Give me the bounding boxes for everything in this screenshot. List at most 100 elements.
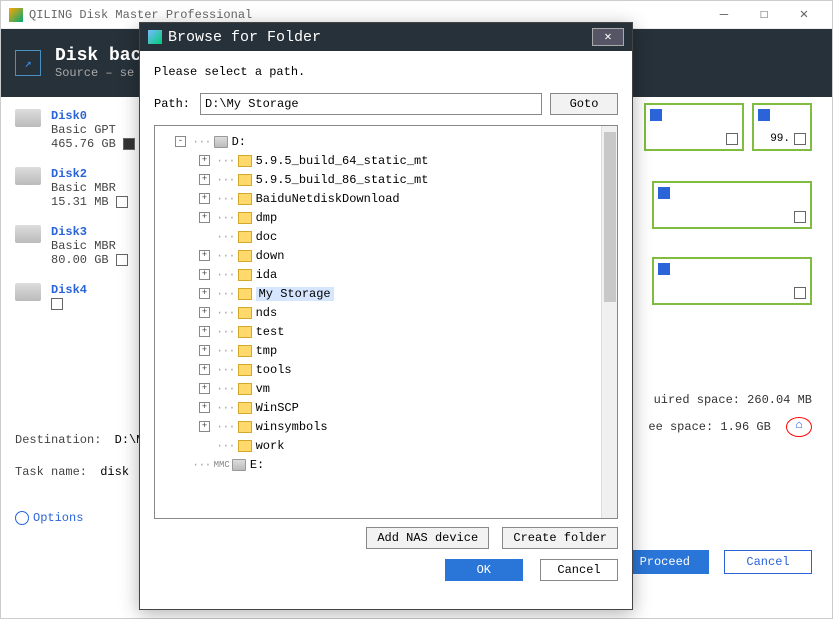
tree-scrollbar[interactable] (601, 126, 617, 518)
tree-item[interactable]: +···tools (155, 360, 617, 379)
tree-toggle-icon[interactable]: + (199, 383, 210, 394)
tree-connector-icon: ··· (216, 192, 235, 206)
tree-item[interactable]: +···WinSCP (155, 398, 617, 417)
create-folder-button[interactable]: Create folder (502, 527, 618, 549)
cancel-button[interactable]: Cancel (724, 550, 812, 574)
tree-item[interactable]: +···test (155, 322, 617, 341)
tree-toggle-icon[interactable]: + (199, 193, 210, 204)
disk-size: 80.00 GB (51, 253, 151, 267)
tree-toggle-icon[interactable]: + (199, 402, 210, 413)
tree-toggle-icon[interactable]: + (199, 155, 210, 166)
tree-toggle-icon[interactable]: + (199, 326, 210, 337)
folder-icon (238, 174, 252, 186)
tree-toggle-icon[interactable]: + (199, 269, 210, 280)
tree-connector-icon: ··· (216, 211, 235, 225)
tree-toggle-icon[interactable]: + (199, 421, 210, 432)
tree-item[interactable]: ···doc (155, 227, 617, 246)
dialog-prompt: Please select a path. (154, 65, 618, 79)
tree-item[interactable]: +···vm (155, 379, 617, 398)
partition-checkbox[interactable] (794, 287, 806, 299)
usage-bar-icon (658, 263, 670, 275)
disk-checkbox[interactable] (116, 196, 128, 208)
scrollbar-thumb[interactable] (604, 132, 616, 302)
tree-toggle-icon[interactable]: + (199, 288, 210, 299)
tree-item-label: WinSCP (256, 401, 299, 415)
dialog-cancel-button[interactable]: Cancel (540, 559, 618, 581)
tree-item[interactable]: -···D: (155, 132, 617, 151)
add-nas-button[interactable]: Add NAS device (366, 527, 489, 549)
partition-box[interactable] (644, 103, 744, 151)
tree-toggle-blank (199, 231, 210, 242)
tree-toggle-icon[interactable]: + (199, 307, 210, 318)
tree-item-label: D: (232, 135, 246, 149)
back-icon[interactable]: ↗ (15, 50, 41, 76)
tree-toggle-icon[interactable]: + (199, 250, 210, 261)
partition-box[interactable] (652, 257, 812, 305)
partition-box[interactable]: 99. (752, 103, 812, 151)
tree-item[interactable]: +···5.9.5_build_64_static_mt (155, 151, 617, 170)
page-subtitle: Source – se (55, 66, 152, 80)
tree-toggle-icon[interactable]: + (199, 212, 210, 223)
tree-item[interactable]: +···winsymbols (155, 417, 617, 436)
disk-size: 15.31 MB (51, 195, 151, 209)
disk-icon (15, 225, 41, 243)
proceed-button[interactable]: Proceed (621, 550, 709, 574)
tree-toggle-icon[interactable]: + (199, 345, 210, 356)
tree-item[interactable]: ···MMCE: (155, 455, 617, 474)
tree-toggle-blank (175, 459, 186, 470)
destination-label: Destination: (15, 433, 101, 447)
maximize-button[interactable]: ☐ (744, 6, 784, 23)
folder-icon (238, 364, 252, 376)
tree-item-label: winsymbols (256, 420, 328, 434)
disk-type: Basic GPT (51, 123, 151, 137)
dialog-close-button[interactable]: ✕ (592, 28, 624, 46)
partition-checkbox[interactable] (794, 133, 806, 145)
usage-bar-icon (650, 109, 662, 121)
tree-connector-icon: ··· (216, 268, 235, 282)
tree-item[interactable]: +···5.9.5_build_86_static_mt (155, 170, 617, 189)
tree-item-label: doc (256, 230, 278, 244)
mmc-label: MMC (214, 460, 230, 470)
tree-toggle-icon[interactable]: + (199, 364, 210, 375)
tree-item-label: dmp (256, 211, 278, 225)
tree-item[interactable]: ···work (155, 436, 617, 455)
tree-item[interactable]: +···ida (155, 265, 617, 284)
options-link[interactable]: Options (15, 511, 83, 525)
partition-checkbox[interactable] (726, 133, 738, 145)
tree-connector-icon: ··· (216, 287, 235, 301)
folder-icon (238, 212, 252, 224)
minimize-button[interactable]: — (704, 7, 744, 23)
required-space: uired space: 260.04 MB (648, 393, 812, 407)
tree-toggle-icon[interactable]: - (175, 136, 186, 147)
disk-checkbox[interactable] (51, 298, 63, 310)
partition-checkbox[interactable] (794, 211, 806, 223)
disk-type: Basic MBR (51, 181, 151, 195)
tree-item[interactable]: +···tmp (155, 341, 617, 360)
close-button[interactable]: ✕ (784, 6, 824, 23)
path-input[interactable] (200, 93, 542, 115)
ok-button[interactable]: OK (445, 559, 523, 581)
tree-item-label: vm (256, 382, 270, 396)
tree-item-label: tools (256, 363, 292, 377)
partition-box[interactable] (652, 181, 812, 229)
app-title: QILING Disk Master Professional (29, 8, 704, 22)
dialog-titlebar[interactable]: Browse for Folder ✕ (140, 23, 632, 51)
tree-connector-icon: ··· (192, 458, 211, 472)
disk-checkbox[interactable] (116, 254, 128, 266)
space-info: uired space: 260.04 MB ee space: 1.96 GB… (648, 393, 812, 447)
disk-checkbox[interactable] (123, 138, 135, 150)
folder-tree[interactable]: -···D:+···5.9.5_build_64_static_mt+···5.… (154, 125, 618, 519)
dialog-title: Browse for Folder (168, 29, 592, 46)
tree-item[interactable]: + ··· dmp (155, 208, 617, 227)
disk-name: Disk0 (51, 109, 151, 123)
goto-button[interactable]: Goto (550, 93, 618, 115)
tree-item[interactable]: +···nds (155, 303, 617, 322)
browse-destination-icon[interactable]: ⌂ (786, 417, 812, 437)
tree-item[interactable]: +···My Storage (155, 284, 617, 303)
tree-item[interactable]: +···BaiduNetdiskDownload (155, 189, 617, 208)
folder-icon (238, 193, 252, 205)
folder-icon (238, 155, 252, 167)
browse-folder-dialog: Browse for Folder ✕ Please select a path… (139, 22, 633, 610)
tree-item[interactable]: +···down (155, 246, 617, 265)
tree-toggle-icon[interactable]: + (199, 174, 210, 185)
